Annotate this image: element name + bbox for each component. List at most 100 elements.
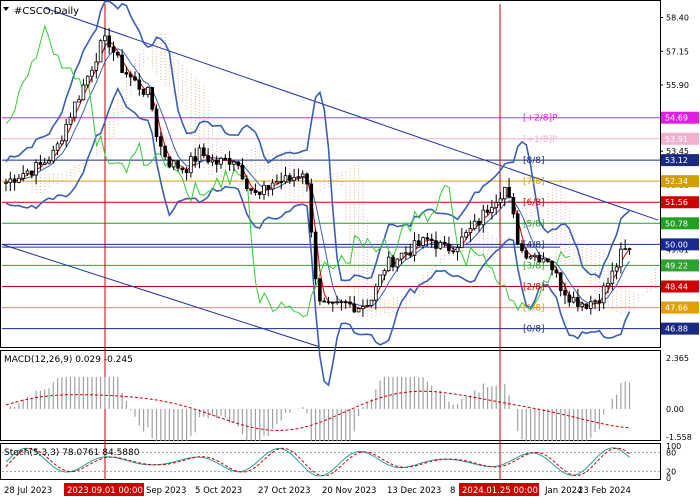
candle-body: [214, 159, 219, 165]
candle-body: [120, 54, 124, 73]
candle-body: [412, 240, 417, 256]
bollinger-lower: [5, 86, 631, 387]
candle-body: [184, 169, 189, 174]
candle-body: [167, 156, 172, 168]
candle-body: [107, 35, 112, 48]
price-tick-label: 55.90: [666, 81, 689, 90]
candle-body: [434, 240, 438, 249]
candle-body: [64, 123, 69, 142]
candle-body: [133, 76, 137, 81]
candle-body: [507, 186, 511, 198]
candle-body: [146, 86, 150, 95]
candle-body: [610, 270, 615, 284]
candle-body: [227, 158, 232, 165]
candle-body: [580, 303, 584, 307]
candle-body: [236, 161, 241, 166]
candle-body: [515, 213, 520, 245]
macd-indicator: [5, 376, 631, 442]
candle-body: [576, 296, 580, 307]
candle-body: [47, 160, 51, 164]
level-label: [1/8]: [523, 304, 545, 314]
candle-body: [554, 269, 559, 274]
symbol-label: #CSCO,Daily: [14, 6, 79, 17]
candle-body: [546, 258, 550, 262]
candle-body: [533, 254, 537, 257]
macd-tick-label: 0.00: [666, 405, 684, 414]
stoch-label: Stoch(5,3,3) 78.0761 84.5880: [4, 448, 140, 458]
candle-body: [51, 149, 56, 162]
candle-body: [485, 209, 490, 213]
candle-body: [128, 73, 133, 78]
candle-body: [232, 161, 236, 165]
candle-body: [21, 173, 25, 179]
candle-body: [34, 162, 38, 176]
level-label: [0/8]: [523, 325, 545, 335]
price-tag-text: 46.88: [665, 325, 688, 334]
stoch-axis: 10080200: [666, 442, 681, 483]
candle-body: [438, 242, 443, 249]
candle-body: [287, 175, 292, 181]
candle-body: [124, 72, 129, 75]
stoch-tick-label: 0: [666, 474, 671, 483]
candle-body: [619, 248, 623, 268]
candle-body: [17, 177, 21, 183]
price-tag-text: 53.12: [665, 156, 688, 165]
candle-body: [154, 108, 159, 138]
candle-body: [601, 285, 606, 304]
price-tag-text: 48.44: [665, 283, 688, 292]
candle-body: [150, 86, 155, 110]
channel-upper: [44, 7, 659, 221]
trading-chart[interactable]: #CSCO,Daily 58.4057.1555.9053.4552.2149.…: [0, 0, 700, 500]
candle-body: [382, 270, 387, 276]
candle-body: [73, 101, 77, 118]
candle-body: [262, 184, 266, 195]
time-label: 5 Oct 2023: [195, 486, 242, 496]
candle-body: [270, 182, 275, 190]
candle-body: [176, 160, 180, 169]
candle-body: [584, 303, 589, 309]
price-tick-label: 57.15: [666, 47, 689, 56]
price-tag-text: 47.66: [665, 304, 688, 313]
candle-body: [29, 170, 34, 176]
candle-body: [257, 192, 262, 195]
candle-body: [369, 299, 374, 306]
candle-body: [253, 189, 258, 193]
time-label: Sep 2023: [146, 486, 186, 496]
candle-body: [425, 237, 430, 240]
candle-body: [464, 232, 468, 238]
candle-body: [116, 51, 120, 56]
time-highlight-label: 2024.01.25 00:00: [462, 486, 538, 496]
candle-body: [451, 250, 455, 253]
stoch-tick-label: 80: [666, 448, 676, 457]
candle-body: [490, 207, 494, 213]
candle-body: [361, 306, 365, 310]
candle-body: [111, 46, 116, 53]
price-tick-label: 58.40: [666, 14, 689, 23]
candle-body: [335, 301, 339, 304]
time-label: 28 Jul 2023: [4, 486, 52, 496]
candle-body: [623, 248, 627, 251]
candle-body: [511, 197, 516, 215]
candle-body: [378, 274, 382, 287]
candle-body: [429, 238, 434, 242]
level-label: [2/8]: [523, 283, 545, 293]
candle-body: [391, 256, 395, 268]
candle-body: [408, 252, 412, 256]
candle-body: [210, 159, 215, 163]
candle-body: [171, 160, 176, 168]
macd-axis: 2.365 0.00 -1.558: [666, 354, 692, 442]
level-label: [+1/8]P: [523, 135, 558, 145]
candle-body: [81, 84, 86, 101]
candle-body: [103, 35, 107, 42]
candle-body: [279, 181, 283, 183]
candle-body: [589, 301, 593, 309]
candle-body: [352, 303, 357, 313]
time-label: 23 Feb 2024: [578, 486, 631, 496]
candle-body: [606, 282, 610, 287]
time-axis: 28 Jul 2023 Sep 2023 5 Oct 2023 27 Oct 2023…: [4, 483, 631, 496]
candle-body: [244, 178, 249, 189]
candle-body: [68, 116, 73, 125]
candle-body: [339, 301, 344, 304]
candle-body: [94, 61, 99, 71]
candle-body: [90, 69, 94, 77]
